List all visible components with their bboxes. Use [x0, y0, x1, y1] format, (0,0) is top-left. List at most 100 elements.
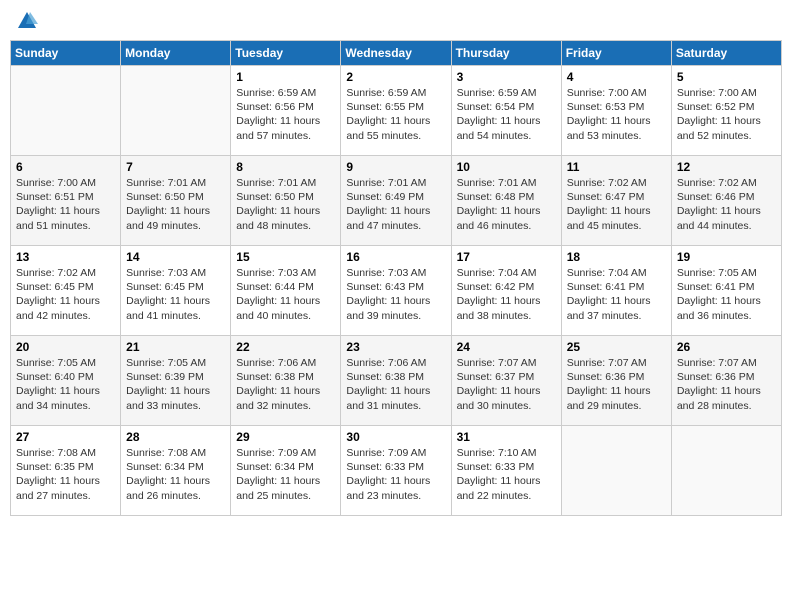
calendar-cell: 16 Sunrise: 7:03 AMSunset: 6:43 PMDayligh… [341, 246, 451, 336]
day-number: 16 [346, 250, 445, 264]
weekday-header: Thursday [451, 41, 561, 66]
calendar-header-row: SundayMondayTuesdayWednesdayThursdayFrid… [11, 41, 782, 66]
calendar-cell [121, 66, 231, 156]
calendar-cell [11, 66, 121, 156]
day-number: 22 [236, 340, 335, 354]
calendar-cell: 29Sunrise: 7:09 AMSunset: 6:34 PMDayligh… [231, 426, 341, 516]
calendar-cell [561, 426, 671, 516]
day-number: 2 [346, 70, 445, 84]
day-number: 4 [567, 70, 666, 84]
day-number: 23 [346, 340, 445, 354]
day-info: Sunrise: 7:09 AMSunset: 6:33 PMDaylight:… [346, 446, 445, 503]
calendar-week-row: 1 Sunrise: 6:59 AMSunset: 6:56 PMDaylight… [11, 66, 782, 156]
day-number: 11 [567, 160, 666, 174]
day-info: Sunrise: 6:59 AMSunset: 6:55 PMDaylight:… [346, 86, 445, 143]
day-number: 13 [16, 250, 115, 264]
calendar-week-row: 6 Sunrise: 7:00 AMSunset: 6:51 PMDaylight… [11, 156, 782, 246]
day-number: 12 [677, 160, 776, 174]
day-number: 18 [567, 250, 666, 264]
weekday-header: Tuesday [231, 41, 341, 66]
day-info: Sunrise: 7:07 AMSunset: 6:36 PMDaylight:… [567, 356, 666, 413]
day-number: 30 [346, 430, 445, 444]
weekday-header: Friday [561, 41, 671, 66]
calendar-cell: 5Sunrise: 7:00 AMSunset: 6:52 PMDaylight… [671, 66, 781, 156]
calendar-cell: 21 Sunrise: 7:05 AMSunset: 6:39 PMDayligh… [121, 336, 231, 426]
day-info: Sunrise: 7:10 AMSunset: 6:33 PMDaylight:… [457, 446, 556, 503]
calendar-cell: 1 Sunrise: 6:59 AMSunset: 6:56 PMDaylight… [231, 66, 341, 156]
calendar-cell: 8Sunrise: 7:01 AMSunset: 6:50 PMDaylight… [231, 156, 341, 246]
calendar-cell: 23 Sunrise: 7:06 AMSunset: 6:38 PMDayligh… [341, 336, 451, 426]
logo-icon [16, 10, 38, 32]
day-info: Sunrise: 7:07 AMSunset: 6:36 PMDaylight:… [677, 356, 776, 413]
calendar-week-row: 20 Sunrise: 7:05 AMSunset: 6:40 PMDayligh… [11, 336, 782, 426]
calendar-week-row: 27 Sunrise: 7:08 AMSunset: 6:35 PMDayligh… [11, 426, 782, 516]
weekday-header: Monday [121, 41, 231, 66]
day-number: 7 [126, 160, 225, 174]
weekday-header: Sunday [11, 41, 121, 66]
calendar-cell: 6 Sunrise: 7:00 AMSunset: 6:51 PMDaylight… [11, 156, 121, 246]
day-number: 24 [457, 340, 556, 354]
calendar-cell: 2 Sunrise: 6:59 AMSunset: 6:55 PMDaylight… [341, 66, 451, 156]
day-number: 26 [677, 340, 776, 354]
logo [14, 10, 38, 32]
day-info: Sunrise: 7:05 AMSunset: 6:40 PMDaylight:… [16, 356, 115, 413]
day-info: Sunrise: 7:04 AMSunset: 6:42 PMDaylight:… [457, 266, 556, 323]
day-number: 21 [126, 340, 225, 354]
calendar-cell: 20 Sunrise: 7:05 AMSunset: 6:40 PMDayligh… [11, 336, 121, 426]
day-number: 19 [677, 250, 776, 264]
calendar-cell: 14 Sunrise: 7:03 AMSunset: 6:45 PMDayligh… [121, 246, 231, 336]
calendar-cell: 22 Sunrise: 7:06 AMSunset: 6:38 PMDayligh… [231, 336, 341, 426]
day-info: Sunrise: 7:08 AMSunset: 6:34 PMDaylight:… [126, 446, 225, 503]
calendar-cell: 7 Sunrise: 7:01 AMSunset: 6:50 PMDaylight… [121, 156, 231, 246]
day-info: Sunrise: 7:06 AMSunset: 6:38 PMDaylight:… [236, 356, 335, 413]
day-info: Sunrise: 7:03 AMSunset: 6:44 PMDaylight:… [236, 266, 335, 323]
day-info: Sunrise: 7:04 AMSunset: 6:41 PMDaylight:… [567, 266, 666, 323]
day-info: Sunrise: 7:06 AMSunset: 6:38 PMDaylight:… [346, 356, 445, 413]
calendar-cell: 26 Sunrise: 7:07 AMSunset: 6:36 PMDayligh… [671, 336, 781, 426]
day-number: 6 [16, 160, 115, 174]
day-info: Sunrise: 7:00 AMSunset: 6:51 PMDaylight:… [16, 176, 115, 233]
day-info: Sunrise: 7:02 AMSunset: 6:46 PMDaylight:… [677, 176, 776, 233]
calendar-cell: 9Sunrise: 7:01 AMSunset: 6:49 PMDaylight… [341, 156, 451, 246]
day-info: Sunrise: 7:08 AMSunset: 6:35 PMDaylight:… [16, 446, 115, 503]
day-number: 3 [457, 70, 556, 84]
weekday-header: Saturday [671, 41, 781, 66]
day-info: Sunrise: 7:05 AMSunset: 6:41 PMDaylight:… [677, 266, 776, 323]
day-info: Sunrise: 7:03 AMSunset: 6:43 PMDaylight:… [346, 266, 445, 323]
calendar-cell: 19 Sunrise: 7:05 AMSunset: 6:41 PMDayligh… [671, 246, 781, 336]
calendar-cell: 3 Sunrise: 6:59 AMSunset: 6:54 PMDaylight… [451, 66, 561, 156]
calendar-cell: 12 Sunrise: 7:02 AMSunset: 6:46 PMDayligh… [671, 156, 781, 246]
calendar-week-row: 13 Sunrise: 7:02 AMSunset: 6:45 PMDayligh… [11, 246, 782, 336]
day-number: 31 [457, 430, 556, 444]
calendar-cell: 10Sunrise: 7:01 AMSunset: 6:48 PMDayligh… [451, 156, 561, 246]
calendar-cell: 18 Sunrise: 7:04 AMSunset: 6:41 PMDayligh… [561, 246, 671, 336]
day-info: Sunrise: 7:01 AMSunset: 6:50 PMDaylight:… [126, 176, 225, 233]
day-number: 9 [346, 160, 445, 174]
day-number: 17 [457, 250, 556, 264]
day-info: Sunrise: 7:03 AMSunset: 6:45 PMDaylight:… [126, 266, 225, 323]
day-number: 5 [677, 70, 776, 84]
day-info: Sunrise: 7:01 AMSunset: 6:50 PMDaylight:… [236, 176, 335, 233]
day-number: 28 [126, 430, 225, 444]
day-number: 27 [16, 430, 115, 444]
day-number: 14 [126, 250, 225, 264]
calendar-cell: 25 Sunrise: 7:07 AMSunset: 6:36 PMDayligh… [561, 336, 671, 426]
day-number: 1 [236, 70, 335, 84]
calendar-cell: 24 Sunrise: 7:07 AMSunset: 6:37 PMDayligh… [451, 336, 561, 426]
day-info: Sunrise: 7:05 AMSunset: 6:39 PMDaylight:… [126, 356, 225, 413]
day-number: 15 [236, 250, 335, 264]
day-number: 20 [16, 340, 115, 354]
weekday-header: Wednesday [341, 41, 451, 66]
day-info: Sunrise: 7:07 AMSunset: 6:37 PMDaylight:… [457, 356, 556, 413]
day-number: 25 [567, 340, 666, 354]
calendar-cell: 31 Sunrise: 7:10 AMSunset: 6:33 PMDayligh… [451, 426, 561, 516]
calendar-table: SundayMondayTuesdayWednesdayThursdayFrid… [10, 40, 782, 516]
calendar-cell: 30 Sunrise: 7:09 AMSunset: 6:33 PMDayligh… [341, 426, 451, 516]
day-info: Sunrise: 7:00 AMSunset: 6:53 PMDaylight:… [567, 86, 666, 143]
calendar-cell: 11Sunrise: 7:02 AMSunset: 6:47 PMDayligh… [561, 156, 671, 246]
day-info: Sunrise: 6:59 AMSunset: 6:54 PMDaylight:… [457, 86, 556, 143]
day-info: Sunrise: 7:02 AMSunset: 6:45 PMDaylight:… [16, 266, 115, 323]
calendar-cell: 15 Sunrise: 7:03 AMSunset: 6:44 PMDayligh… [231, 246, 341, 336]
day-info: Sunrise: 6:59 AMSunset: 6:56 PMDaylight:… [236, 86, 335, 143]
calendar-cell: 13 Sunrise: 7:02 AMSunset: 6:45 PMDayligh… [11, 246, 121, 336]
